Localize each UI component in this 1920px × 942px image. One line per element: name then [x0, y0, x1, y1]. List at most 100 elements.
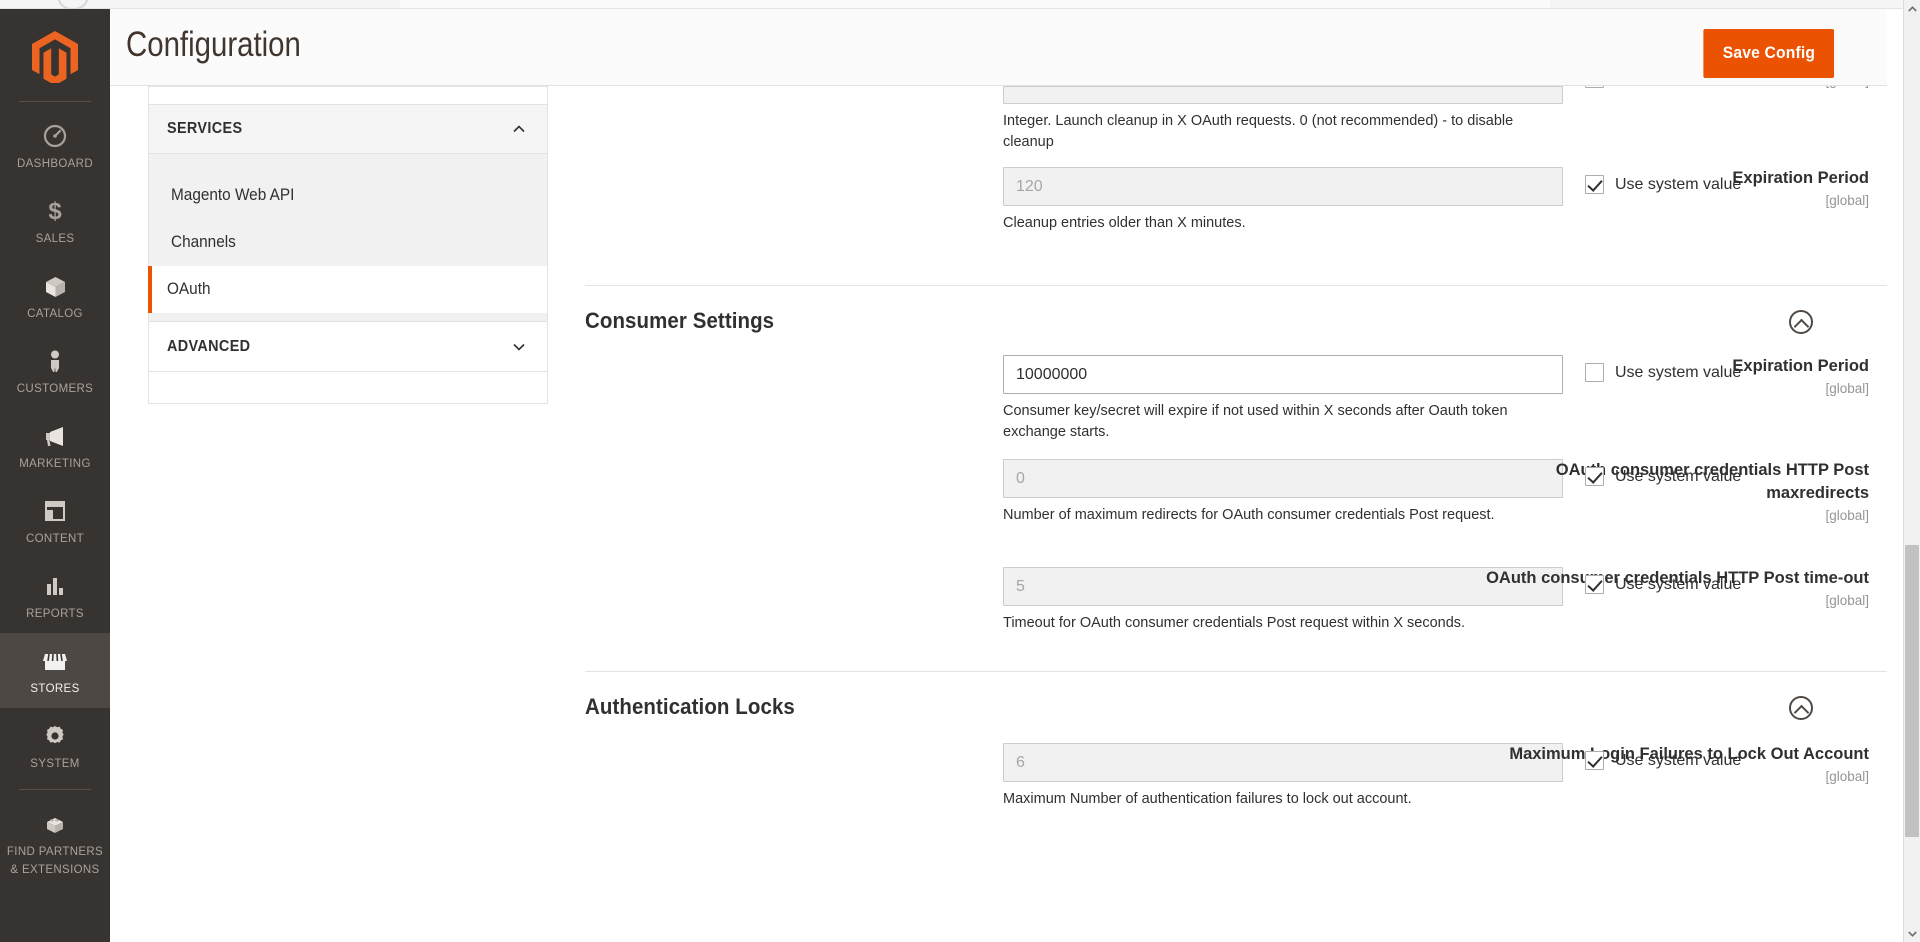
sidebar-item-marketing[interactable]: MARKETING [0, 408, 110, 483]
scrollbar-up-arrow[interactable] [1904, 0, 1920, 17]
sidebar-item-catalog[interactable]: CATALOG [0, 258, 110, 333]
sidebar-item-label: STORES [30, 683, 79, 695]
sidebar-item-label: DASHBOARD [17, 158, 93, 170]
config-section-advanced[interactable]: ADVANCED [148, 322, 548, 372]
sidebar-item-label: REPORTS [26, 608, 84, 620]
field-scope: [global] [1469, 506, 1869, 525]
use-system-value-label: Use system value [1615, 752, 1741, 770]
sidebar-item-stores[interactable]: STORES [0, 633, 110, 708]
use-system-value-label: Use system value [1615, 576, 1741, 594]
chevron-up-icon [1908, 6, 1917, 12]
use-system-value-checkbox[interactable] [1585, 467, 1604, 486]
content-icon [4, 496, 106, 526]
collapse-icon[interactable] [1789, 310, 1813, 334]
sidebar-item-system[interactable]: SYSTEM [0, 708, 110, 783]
config-section-engagement-cloud[interactable]: ENGAGEMENT CLOUD [148, 86, 548, 104]
admin-sidebar: DASHBOARD $ SALES CATALOG CUSTOMERS MARK… [0, 9, 110, 942]
config-item-channels[interactable]: Channels [149, 219, 547, 266]
catalog-icon [4, 271, 106, 301]
use-system-value-checkbox[interactable] [1585, 751, 1604, 770]
sidebar-item-label: CATALOG [27, 308, 83, 320]
sidebar-item-label: SALES [36, 233, 75, 245]
config-item-label: Magento Web API [171, 186, 294, 205]
section-title: Authentication Locks [585, 694, 795, 720]
sales-icon: $ [4, 196, 106, 226]
config-section-label: ADVANCED [167, 338, 250, 356]
use-system-value-checkbox[interactable] [1585, 86, 1604, 88]
scrollbar-down-arrow[interactable] [1904, 925, 1920, 942]
page-header: Configuration Save Config [110, 9, 1887, 86]
field-row-max-login-failures: Maximum Login Failures to Lock Out Accou… [585, 743, 1887, 833]
config-services-items: Magento Web API Channels OAuth [148, 154, 548, 322]
scrollbar-thumb[interactable] [1905, 545, 1919, 837]
sidebar-item-dashboard[interactable]: DASHBOARD [0, 108, 110, 183]
sidebar-item-label: CONTENT [26, 533, 84, 545]
use-system-value-checkbox[interactable] [1585, 363, 1604, 382]
sidebar-divider-bottom [19, 789, 91, 790]
svg-text:$: $ [48, 198, 62, 224]
field-row-post-maxredirects: OAuth consumer credentials HTTP Post max… [585, 459, 1887, 557]
config-item-oauth[interactable]: OAuth [148, 266, 547, 313]
field-note: Number of maximum redirects for OAuth co… [1003, 505, 1543, 526]
field-row-post-timeout: OAuth consumer credentials HTTP Post tim… [585, 567, 1887, 647]
field-label-text: Expiration Period [1732, 357, 1869, 375]
reports-icon [4, 571, 106, 601]
use-system-value-checkbox[interactable] [1585, 575, 1604, 594]
use-system-value-label: Use system value [1615, 364, 1741, 382]
field-row-cleanup-expiration: Expiration Period [global] Cleanup entri… [585, 167, 1887, 263]
use-system-value-label: Use system value [1615, 176, 1741, 194]
config-advanced-spacer [148, 372, 548, 404]
field-label-text: Expiration Period [1732, 169, 1869, 187]
collapse-icon[interactable] [1789, 696, 1813, 720]
sidebar-item-label: MARKETING [19, 458, 91, 470]
field-note: Integer. Launch cleanup in X OAuth reque… [1003, 111, 1543, 153]
page-scrollbar[interactable] [1903, 0, 1920, 942]
chevron-up-icon [513, 125, 525, 133]
customers-icon [4, 346, 106, 376]
use-system-value-checkbox[interactable] [1585, 175, 1604, 194]
field-scope: [global] [1469, 86, 1869, 90]
field-label: [global] [1469, 86, 1887, 90]
sidebar-item-label: SYSTEM [30, 758, 79, 770]
stores-icon [4, 646, 106, 676]
field-row-cleanup-probability: [global] Integer. Launch cleanup in X OA… [585, 86, 1887, 144]
section-header-consumer-settings: Consumer Settings [585, 285, 1887, 329]
extensions-icon [4, 809, 106, 839]
sidebar-item-label: FIND PARTNERS& EXTENSIONS [7, 846, 103, 876]
top-strip-inner [400, 0, 1550, 8]
magento-logo[interactable] [0, 13, 110, 101]
config-section-label: SERVICES [167, 120, 242, 138]
sidebar-item-find-partners[interactable]: FIND PARTNERS& EXTENSIONS [0, 796, 110, 889]
top-clipped-strip [0, 0, 1920, 9]
use-system-value-group: Use system value [1585, 363, 1741, 382]
config-section-label: ENGAGEMENT CLOUD [167, 86, 333, 91]
field-note: Cleanup entries older than X minutes. [1003, 213, 1543, 234]
config-item-magento-web-api[interactable]: Magento Web API [149, 172, 547, 219]
chevron-down-icon [513, 343, 525, 351]
use-system-value-group: Use system value [1585, 751, 1741, 770]
sidebar-item-label: CUSTOMERS [17, 383, 93, 395]
field-note: Timeout for OAuth consumer credentials P… [1003, 613, 1563, 634]
settings-content: [global] Integer. Launch cleanup in X OA… [585, 86, 1887, 942]
config-item-label: Channels [171, 233, 236, 252]
sidebar-item-customers[interactable]: CUSTOMERS [0, 333, 110, 408]
system-icon [4, 721, 106, 751]
section-header-authentication-locks: Authentication Locks [585, 671, 1887, 715]
config-section-services[interactable]: SERVICES [148, 104, 548, 154]
sidebar-item-content[interactable]: CONTENT [0, 483, 110, 558]
use-system-value-group [1585, 86, 1615, 88]
section-title: Consumer Settings [585, 308, 774, 334]
sidebar-item-reports[interactable]: REPORTS [0, 558, 110, 633]
use-system-value-label: Use system value [1615, 468, 1741, 486]
use-system-value-group: Use system value [1585, 467, 1741, 486]
page-title: Configuration [126, 25, 301, 65]
chevron-down-icon [1908, 931, 1917, 937]
field-note: Consumer key/secret will expire if not u… [1003, 401, 1543, 443]
sidebar-item-sales[interactable]: $ SALES [0, 183, 110, 258]
marketing-icon [4, 421, 106, 451]
use-system-value-group: Use system value [1585, 575, 1741, 594]
save-config-button[interactable]: Save Config [1703, 29, 1834, 78]
field-col: Integer. Launch cleanup in X OAuth reque… [1003, 86, 1563, 153]
config-nav-panel: ENGAGEMENT CLOUD SERVICES Magento Web AP… [148, 86, 548, 404]
field-row-consumer-expiration: Expiration Period [global] Consumer key/… [585, 355, 1887, 451]
